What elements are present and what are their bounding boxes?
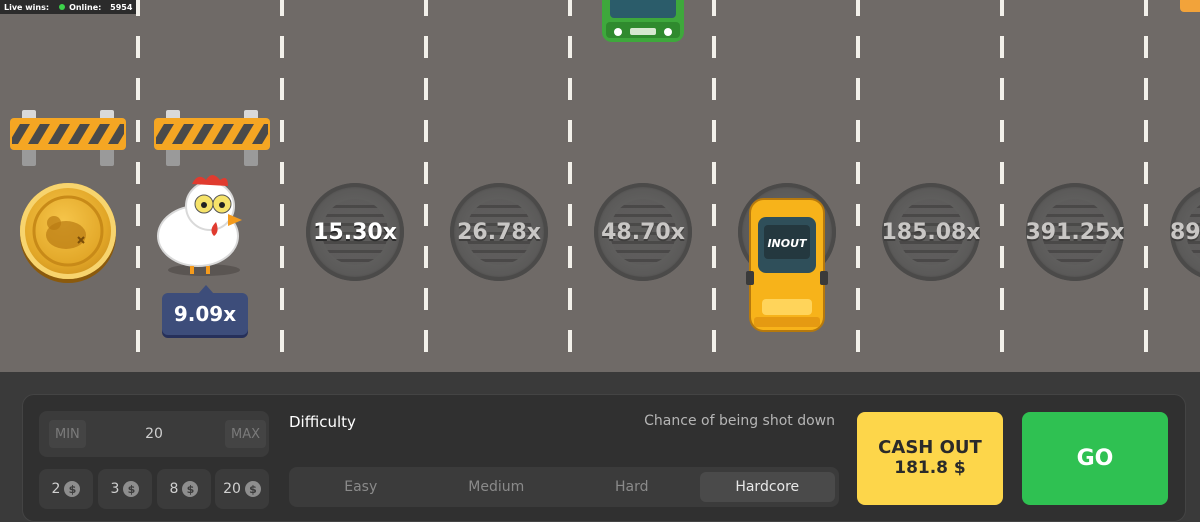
quick-bet-8-button[interactable]: 8 $	[157, 469, 211, 509]
control-panel: MIN 20 MAX 2 $ 3 $ 8 $ 20 $ Difficulty C…	[22, 394, 1186, 522]
max-bet-button[interactable]: MAX	[225, 420, 267, 448]
min-bet-button[interactable]: MIN	[49, 420, 86, 448]
lane-divider	[712, 0, 716, 372]
lane-multiplier: 391.25x	[1026, 219, 1124, 245]
lane-multiplier: 26.78x	[457, 219, 541, 245]
online-dot-icon	[59, 3, 66, 10]
quick-bet-2-button[interactable]: 2 $	[39, 469, 93, 509]
partial-car-icon	[1180, 0, 1200, 12]
lane-multiplier: 185.08x	[882, 219, 980, 245]
go-button[interactable]: GO	[1022, 412, 1168, 505]
cash-out-label: CASH OUT	[878, 437, 982, 459]
chip-value: 3	[110, 481, 120, 497]
start-coin-icon	[20, 183, 116, 279]
lane-manhole-5: 185.08x	[882, 183, 980, 281]
chip-value: 20	[223, 481, 241, 497]
lane-manhole-7: 89	[1170, 183, 1200, 281]
lane-divider	[280, 0, 284, 372]
online-label: Online:	[69, 2, 102, 12]
lane-manhole-6: 391.25x	[1026, 183, 1124, 281]
bet-amount-input[interactable]: 20	[119, 411, 189, 457]
current-multiplier: 9.09x	[162, 293, 248, 335]
online-stat: Online: 5954	[59, 3, 132, 12]
dollar-coin-icon: $	[244, 481, 261, 497]
chip-value: 8	[169, 481, 179, 497]
chance-label: Chance of being shot down	[644, 413, 835, 429]
lane-divider	[1144, 0, 1148, 372]
lane-divider	[136, 0, 140, 372]
lane-manhole-3: 48.70x	[594, 183, 692, 281]
lane-manhole-1[interactable]: 15.30x	[306, 183, 404, 281]
lane-divider	[1000, 0, 1004, 372]
dollar-coin-icon: $	[64, 481, 81, 497]
lane-divider	[424, 0, 428, 372]
online-count: 5954	[110, 2, 133, 12]
dollar-coin-icon: $	[182, 481, 199, 497]
difficulty-easy-tab[interactable]: Easy	[293, 472, 429, 502]
difficulty-hard-tab[interactable]: Hard	[564, 472, 700, 502]
quick-bet-3-button[interactable]: 3 $	[98, 469, 152, 509]
lane-multiplier: 89	[1170, 219, 1200, 245]
bet-amount-control: MIN 20 MAX	[39, 411, 269, 457]
barrier-icon	[154, 110, 270, 166]
taxi-logo: INOUT	[767, 237, 808, 250]
lane-divider	[568, 0, 572, 372]
green-car-icon	[602, 0, 684, 42]
chip-value: 2	[51, 481, 61, 497]
current-multiplier-badge: 9.09x	[162, 285, 248, 335]
live-wins-label: Live wins:	[4, 2, 50, 12]
lane-divider	[856, 0, 860, 372]
lane-multiplier: 15.30x	[313, 219, 397, 245]
barrier-icon	[10, 110, 126, 166]
lane-multiplier: 48.70x	[601, 219, 685, 245]
live-stats-bar: Live wins: Online: 5954	[0, 0, 137, 14]
cash-out-button[interactable]: CASH OUT 181.8 $	[857, 412, 1003, 505]
difficulty-medium-tab[interactable]: Medium	[429, 472, 565, 502]
difficulty-title: Difficulty	[289, 413, 356, 431]
difficulty-hardcore-tab[interactable]: Hardcore	[699, 472, 835, 502]
taxi-car-icon: INOUT	[746, 198, 828, 332]
cash-out-amount: 181.8 $	[894, 458, 966, 479]
difficulty-selector: Easy Medium Hard Hardcore	[289, 467, 839, 507]
dollar-coin-icon: $	[123, 481, 140, 497]
chicken-icon	[157, 175, 242, 276]
lane-manhole-2: 26.78x	[450, 183, 548, 281]
quick-bet-20-button[interactable]: 20 $	[215, 469, 269, 509]
game-road: Live wins: Online: 5954 9.09x 15.30x 26.…	[0, 0, 1200, 372]
